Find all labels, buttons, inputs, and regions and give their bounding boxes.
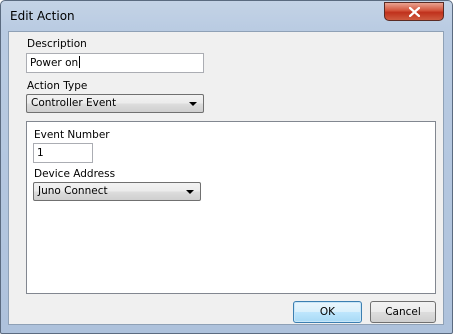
edit-action-dialog: Edit Action Description Power on Action …: [0, 0, 453, 334]
action-type-label: Action Type: [27, 80, 88, 92]
device-address-select[interactable]: Juno Connect: [33, 182, 201, 201]
chevron-down-icon: [189, 102, 197, 106]
description-value: Power on: [30, 57, 79, 69]
text-caret: [79, 56, 81, 68]
description-input[interactable]: Power on: [26, 53, 204, 73]
dialog-title: Edit Action: [10, 9, 75, 23]
title-bar[interactable]: Edit Action: [1, 1, 452, 31]
action-type-value: Controller Event: [31, 97, 117, 109]
device-address-value: Juno Connect: [38, 185, 108, 197]
cancel-button[interactable]: Cancel: [370, 301, 436, 323]
close-icon: [409, 7, 420, 17]
device-address-label: Device Address: [34, 168, 116, 180]
dialog-body: Description Power on Action Type Control…: [8, 31, 444, 325]
chevron-down-icon: [186, 190, 194, 194]
action-settings-panel: Event Number 1 Device Address Juno Conne…: [26, 121, 436, 294]
event-number-label: Event Number: [34, 129, 110, 141]
ok-button[interactable]: OK: [293, 301, 362, 323]
action-type-select[interactable]: Controller Event: [26, 94, 204, 113]
event-number-input[interactable]: 1: [33, 143, 93, 163]
event-number-value: 1: [37, 147, 44, 159]
description-label: Description: [27, 38, 87, 50]
close-button[interactable]: [384, 2, 444, 21]
